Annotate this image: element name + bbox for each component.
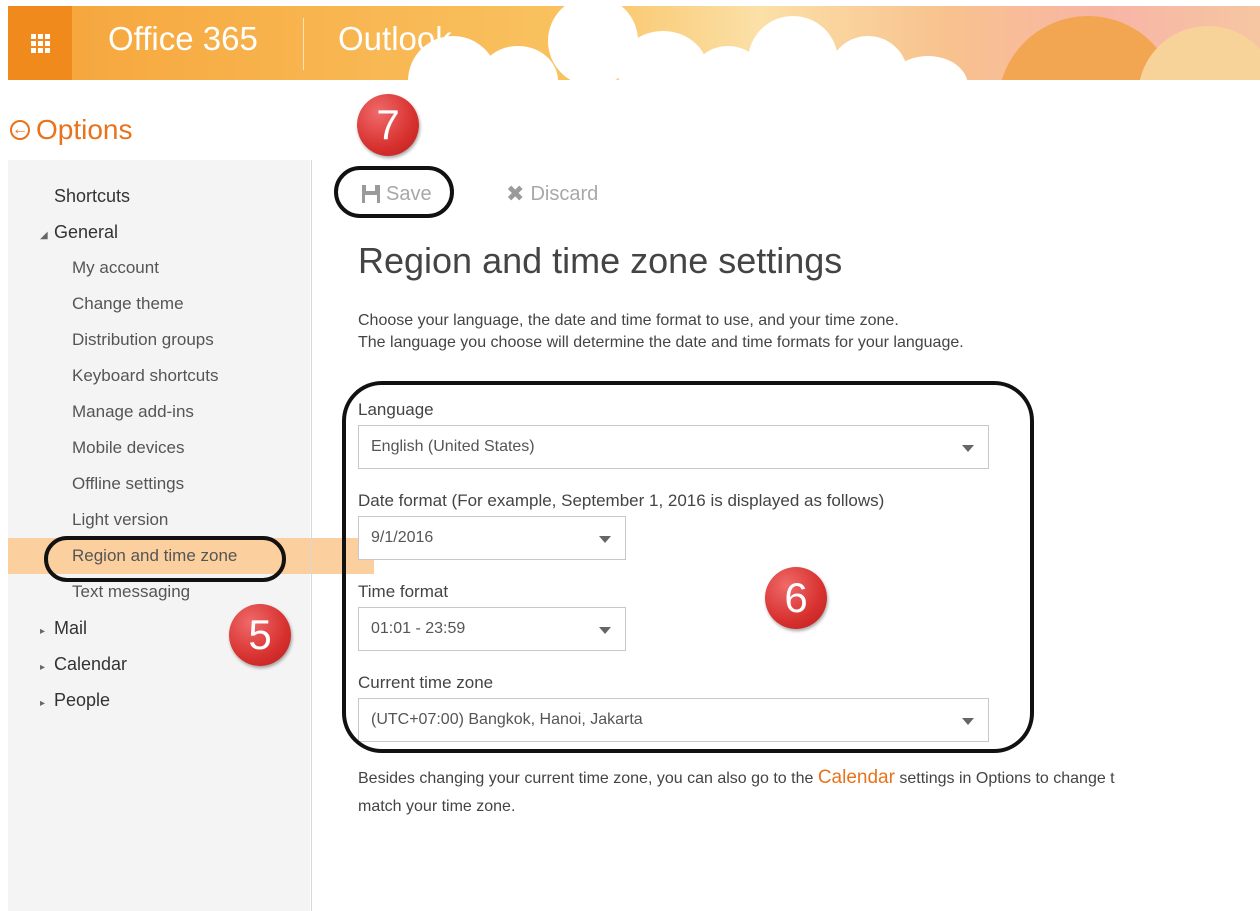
page-title: Region and time zone settings	[358, 240, 843, 281]
sidebar-item-mobile-devices[interactable]: Mobile devices	[8, 430, 374, 466]
settings-highlight-ring	[342, 381, 1034, 753]
sidebar-item-mail[interactable]: ▸ Mail	[8, 610, 342, 646]
time-zone-footer-note: Besides changing your current time zone,…	[358, 767, 1115, 815]
sidebar-item-shortcuts[interactable]: Shortcuts	[8, 178, 356, 214]
back-arrow-icon: ←	[10, 120, 30, 140]
expanded-triangle-icon: ◢	[40, 230, 48, 241]
x-close-icon: ✖	[506, 181, 525, 206]
sidebar-item-distribution-groups[interactable]: Distribution groups	[8, 322, 374, 358]
region-highlight-ring	[44, 536, 286, 582]
sidebar-item-my-account[interactable]: My account	[8, 250, 374, 286]
office-365-brand[interactable]: Office 365	[108, 20, 258, 58]
options-back-link[interactable]: ← Options	[10, 114, 133, 146]
header-divider	[303, 18, 304, 70]
discard-button[interactable]: ✖ Discard	[506, 178, 598, 210]
collapsed-triangle-icon: ▸	[40, 626, 46, 637]
sidebar-divider	[311, 160, 312, 911]
sidebar-item-offline-settings[interactable]: Offline settings	[8, 466, 374, 502]
top-bar: Office 365 Outlook	[8, 6, 1260, 80]
sidebar-item-calendar[interactable]: ▸ Calendar	[8, 646, 342, 682]
app-launcher-button[interactable]	[8, 6, 72, 80]
sidebar-item-people[interactable]: ▸ People	[8, 682, 342, 718]
step-badge-5: 5	[229, 604, 291, 666]
sidebar-item-change-theme[interactable]: Change theme	[8, 286, 374, 322]
step-badge-6: 6	[765, 567, 827, 629]
sidebar-item-manage-add-ins[interactable]: Manage add-ins	[8, 394, 374, 430]
sidebar-item-general[interactable]: ◢ General	[8, 214, 342, 250]
calendar-settings-link[interactable]: Calendar	[818, 767, 895, 788]
options-title: Options	[36, 114, 133, 145]
sidebar-item-light-version[interactable]: Light version	[8, 502, 374, 538]
save-highlight-ring	[334, 166, 454, 218]
collapsed-triangle-icon: ▸	[40, 662, 46, 673]
step-badge-7: 7	[357, 94, 419, 156]
page-description: Choose your language, the date and time …	[358, 312, 964, 351]
sidebar-item-keyboard-shortcuts[interactable]: Keyboard shortcuts	[8, 358, 374, 394]
waffle-icon	[30, 33, 50, 53]
collapsed-triangle-icon: ▸	[40, 698, 46, 709]
